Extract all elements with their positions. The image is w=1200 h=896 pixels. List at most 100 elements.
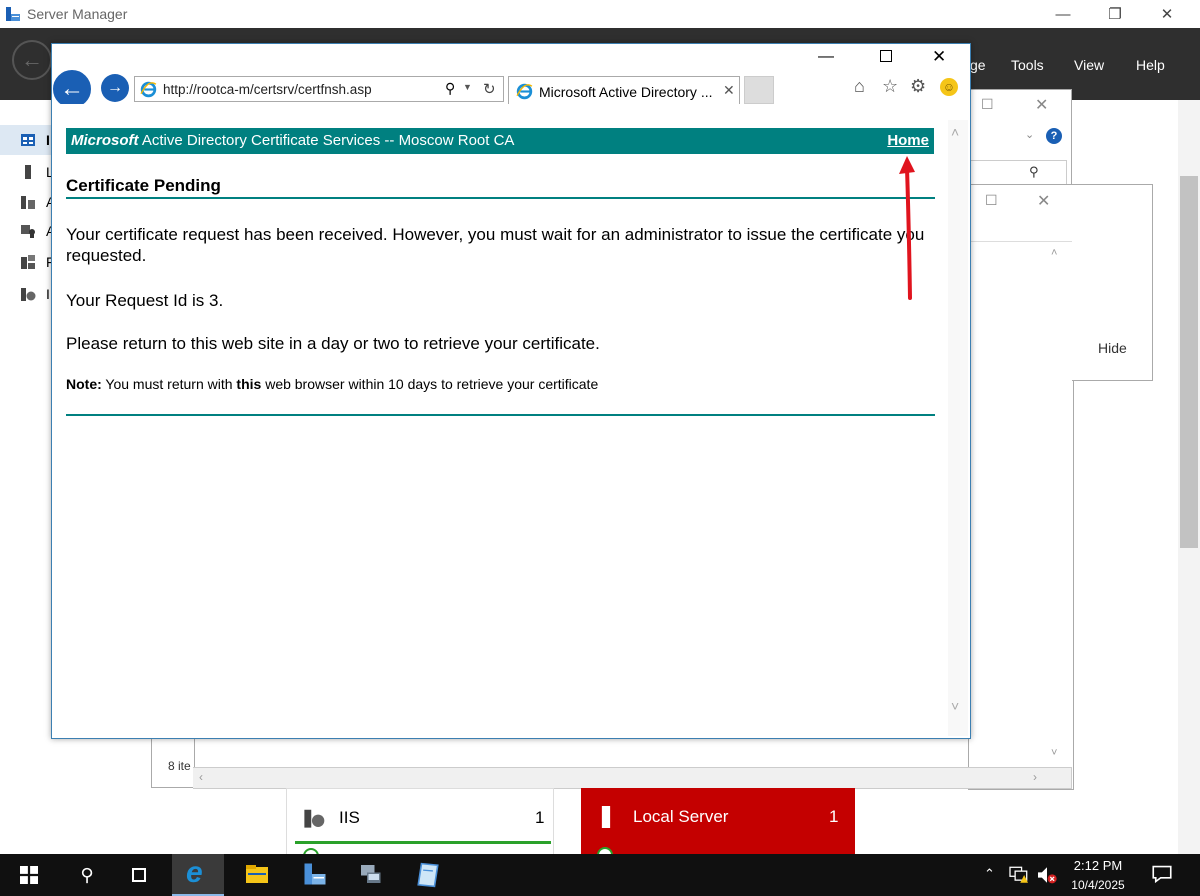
browser-close-button[interactable]: ✕ bbox=[932, 47, 946, 67]
ca-header-bar: Microsoft Active Directory Certificate S… bbox=[66, 128, 934, 154]
ad-cs-icon bbox=[21, 225, 35, 238]
back-button[interactable]: ← bbox=[12, 40, 52, 80]
browser-tab[interactable]: Microsoft Active Directory ... ✕ bbox=[508, 76, 740, 104]
notepad-icon[interactable] bbox=[414, 862, 442, 888]
background-dialog: ☐ ✕ ⌄ ? ⚲ bbox=[968, 89, 1072, 191]
menu-view[interactable]: View bbox=[1074, 57, 1104, 73]
search-icon[interactable]: ⚲ bbox=[445, 80, 455, 97]
server-manager-icon[interactable] bbox=[300, 862, 330, 886]
show-hidden-icons-icon[interactable]: ⌃ bbox=[984, 866, 995, 882]
maximize-icon: ☐ bbox=[981, 96, 994, 112]
menu-help[interactable]: Help bbox=[1136, 57, 1165, 73]
settings-gear-icon[interactable]: ⚙ bbox=[910, 76, 926, 97]
divider bbox=[969, 241, 1073, 242]
ie-logo-icon bbox=[140, 81, 157, 98]
task-view-icon[interactable] bbox=[124, 860, 154, 890]
forward-arrow-icon: → bbox=[107, 79, 123, 96]
browser-minimize-button[interactable]: — bbox=[818, 48, 834, 66]
scroll-up-icon[interactable]: ˄ bbox=[951, 124, 959, 140]
tile-title: IIS bbox=[339, 808, 360, 827]
menu-manage[interactable]: ge bbox=[970, 57, 986, 73]
all-servers-icon bbox=[21, 196, 35, 209]
background-dialog-3: Hide bbox=[1072, 184, 1153, 381]
tile-status-bar bbox=[295, 841, 551, 844]
iis-icon bbox=[21, 288, 36, 301]
back-arrow-icon: ← bbox=[21, 47, 43, 72]
hide-button[interactable]: Hide bbox=[1098, 340, 1127, 356]
browser-forward-button[interactable]: → bbox=[101, 74, 129, 102]
tile-title: Local Server bbox=[633, 807, 729, 826]
annotation-arrow bbox=[899, 156, 915, 300]
scroll-up-icon[interactable]: ˄ bbox=[1051, 247, 1057, 259]
search-icon[interactable]: ⚲ bbox=[72, 860, 102, 890]
tab-close-icon[interactable]: ✕ bbox=[723, 82, 735, 99]
tile-count: 1 bbox=[829, 807, 839, 826]
tab-title: Microsoft Active Directory ... bbox=[539, 84, 713, 100]
header-title: Active Directory Certificate Services --… bbox=[141, 132, 515, 149]
sidebar-item-label: I bbox=[46, 132, 50, 148]
background-status: 8 ite bbox=[151, 735, 195, 788]
scroll-left-icon[interactable]: ‹ bbox=[199, 770, 203, 784]
restore-button[interactable]: ❐ bbox=[1092, 0, 1138, 28]
note-emphasis: this bbox=[236, 376, 262, 392]
feedback-smiley-icon[interactable]: ☺ bbox=[940, 78, 958, 96]
items-count: 8 ite bbox=[168, 759, 191, 773]
close-icon[interactable]: ✕ bbox=[1035, 95, 1048, 115]
server-manager-titlebar bbox=[0, 0, 1200, 28]
volume-muted-icon[interactable] bbox=[1036, 866, 1058, 884]
network-warning-icon[interactable] bbox=[1008, 866, 1030, 884]
page-scrollbar[interactable]: ˄ ˅ bbox=[948, 120, 968, 736]
minimize-button[interactable]: — bbox=[1040, 0, 1086, 28]
back-arrow-icon: ← bbox=[60, 75, 84, 102]
note-text-2: web browser within 10 days to retrieve y… bbox=[265, 376, 599, 392]
return-instruction: Please return to this web site in a day … bbox=[66, 334, 600, 353]
local-server-icon bbox=[601, 806, 611, 828]
address-url: http://rootca-m/certsrv/certfnsh.asp bbox=[163, 82, 372, 97]
tile-local-server[interactable]: Local Server 1 bbox=[581, 788, 855, 863]
note: Note: You must return with this web brow… bbox=[66, 376, 598, 392]
ca-header-title: Microsoft Active Directory Certificate S… bbox=[71, 132, 514, 149]
new-tab-button[interactable] bbox=[744, 76, 774, 104]
home-icon[interactable]: ⌂ bbox=[854, 76, 865, 97]
iis-icon bbox=[304, 809, 325, 828]
horizontal-scrollbar[interactable]: ‹ › bbox=[193, 767, 1072, 789]
browser-maximize-button[interactable] bbox=[880, 50, 892, 62]
windows-start-icon[interactable] bbox=[20, 866, 38, 884]
home-link[interactable]: Home bbox=[887, 132, 929, 149]
favorites-icon[interactable]: ☆ bbox=[882, 76, 898, 97]
divider bbox=[66, 414, 935, 416]
close-button[interactable]: ✕ bbox=[1144, 0, 1190, 28]
close-icon[interactable]: ✕ bbox=[1037, 191, 1050, 211]
file-explorer-icon[interactable] bbox=[245, 864, 269, 884]
scroll-down-icon[interactable]: ˅ bbox=[1051, 747, 1057, 759]
network-computers-icon[interactable] bbox=[356, 862, 384, 886]
maximize-icon: ☐ bbox=[985, 192, 998, 208]
ie-logo-icon bbox=[516, 83, 533, 100]
background-search-field[interactable] bbox=[969, 160, 1067, 186]
refresh-icon[interactable]: ↻ bbox=[483, 80, 496, 98]
file-services-icon bbox=[21, 255, 35, 269]
address-bar[interactable]: http://rootca-m/certsrv/certfnsh.asp ⚲ ▼… bbox=[134, 76, 504, 102]
help-icon[interactable]: ? bbox=[1046, 128, 1062, 144]
search-icon[interactable]: ⚲ bbox=[1029, 164, 1039, 180]
tile-iis[interactable]: IIS 1 bbox=[286, 788, 554, 864]
clock-date[interactable]: 10/4/2025 bbox=[1066, 878, 1130, 892]
local-server-icon bbox=[25, 165, 31, 179]
header-brand: Microsoft bbox=[71, 132, 139, 149]
chevron-down-icon[interactable]: ⌄ bbox=[1025, 128, 1034, 141]
scroll-down-icon[interactable]: ˅ bbox=[951, 698, 959, 714]
action-center-icon[interactable] bbox=[1152, 864, 1172, 884]
scrollbar-thumb[interactable] bbox=[1180, 176, 1198, 548]
sidebar-item-label: I bbox=[46, 286, 50, 302]
page-title: Certificate Pending bbox=[66, 176, 221, 195]
clock-time[interactable]: 2:12 PM bbox=[1066, 858, 1130, 873]
internet-explorer-icon: e bbox=[186, 856, 203, 889]
dashboard-icon bbox=[21, 134, 35, 146]
request-id-text: Your Request Id is 3. bbox=[66, 291, 224, 310]
dropdown-icon[interactable]: ▼ bbox=[463, 82, 472, 92]
divider bbox=[66, 197, 935, 199]
browser-back-button[interactable]: ← bbox=[53, 70, 91, 108]
server-manager-icon bbox=[6, 7, 20, 21]
menu-tools[interactable]: Tools bbox=[1011, 57, 1044, 73]
scroll-right-icon[interactable]: › bbox=[1033, 770, 1037, 784]
